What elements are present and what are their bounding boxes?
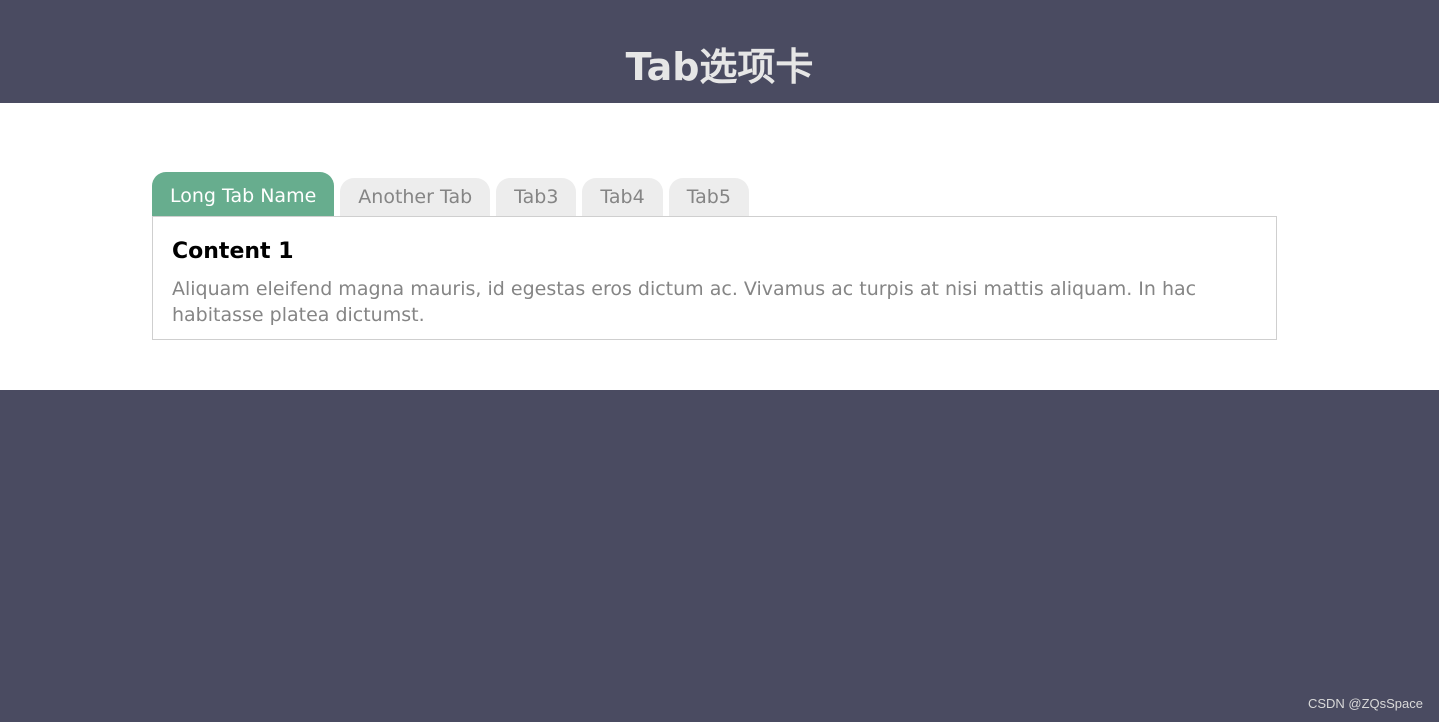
tab-long-tab-name[interactable]: Long Tab Name xyxy=(152,172,335,216)
watermark: CSDN @ZQsSpace xyxy=(1307,696,1423,711)
tab-another-tab[interactable]: Another Tab xyxy=(340,178,491,216)
page-title: Tab选项卡 xyxy=(625,44,814,89)
tab-bar: Long Tab Name Another Tab Tab3 Tab4 Tab5 xyxy=(152,172,749,216)
main-content-area: Long Tab Name Another Tab Tab3 Tab4 Tab5… xyxy=(0,103,1439,390)
tab-tab5[interactable]: Tab5 xyxy=(668,178,749,216)
tab-tab4[interactable]: Tab4 xyxy=(582,178,663,216)
content-text: Aliquam eleifend magna mauris, id egesta… xyxy=(172,278,1197,326)
tab-content-panel: Content 1 Aliquam eleifend magna mauris,… xyxy=(152,216,1277,340)
content-title: Content 1 xyxy=(172,239,294,264)
page-footer: CSDN @ZQsSpace xyxy=(0,390,1439,722)
tab-tab3[interactable]: Tab3 xyxy=(496,178,577,216)
page-header: Tab选项卡 xyxy=(0,0,1439,103)
